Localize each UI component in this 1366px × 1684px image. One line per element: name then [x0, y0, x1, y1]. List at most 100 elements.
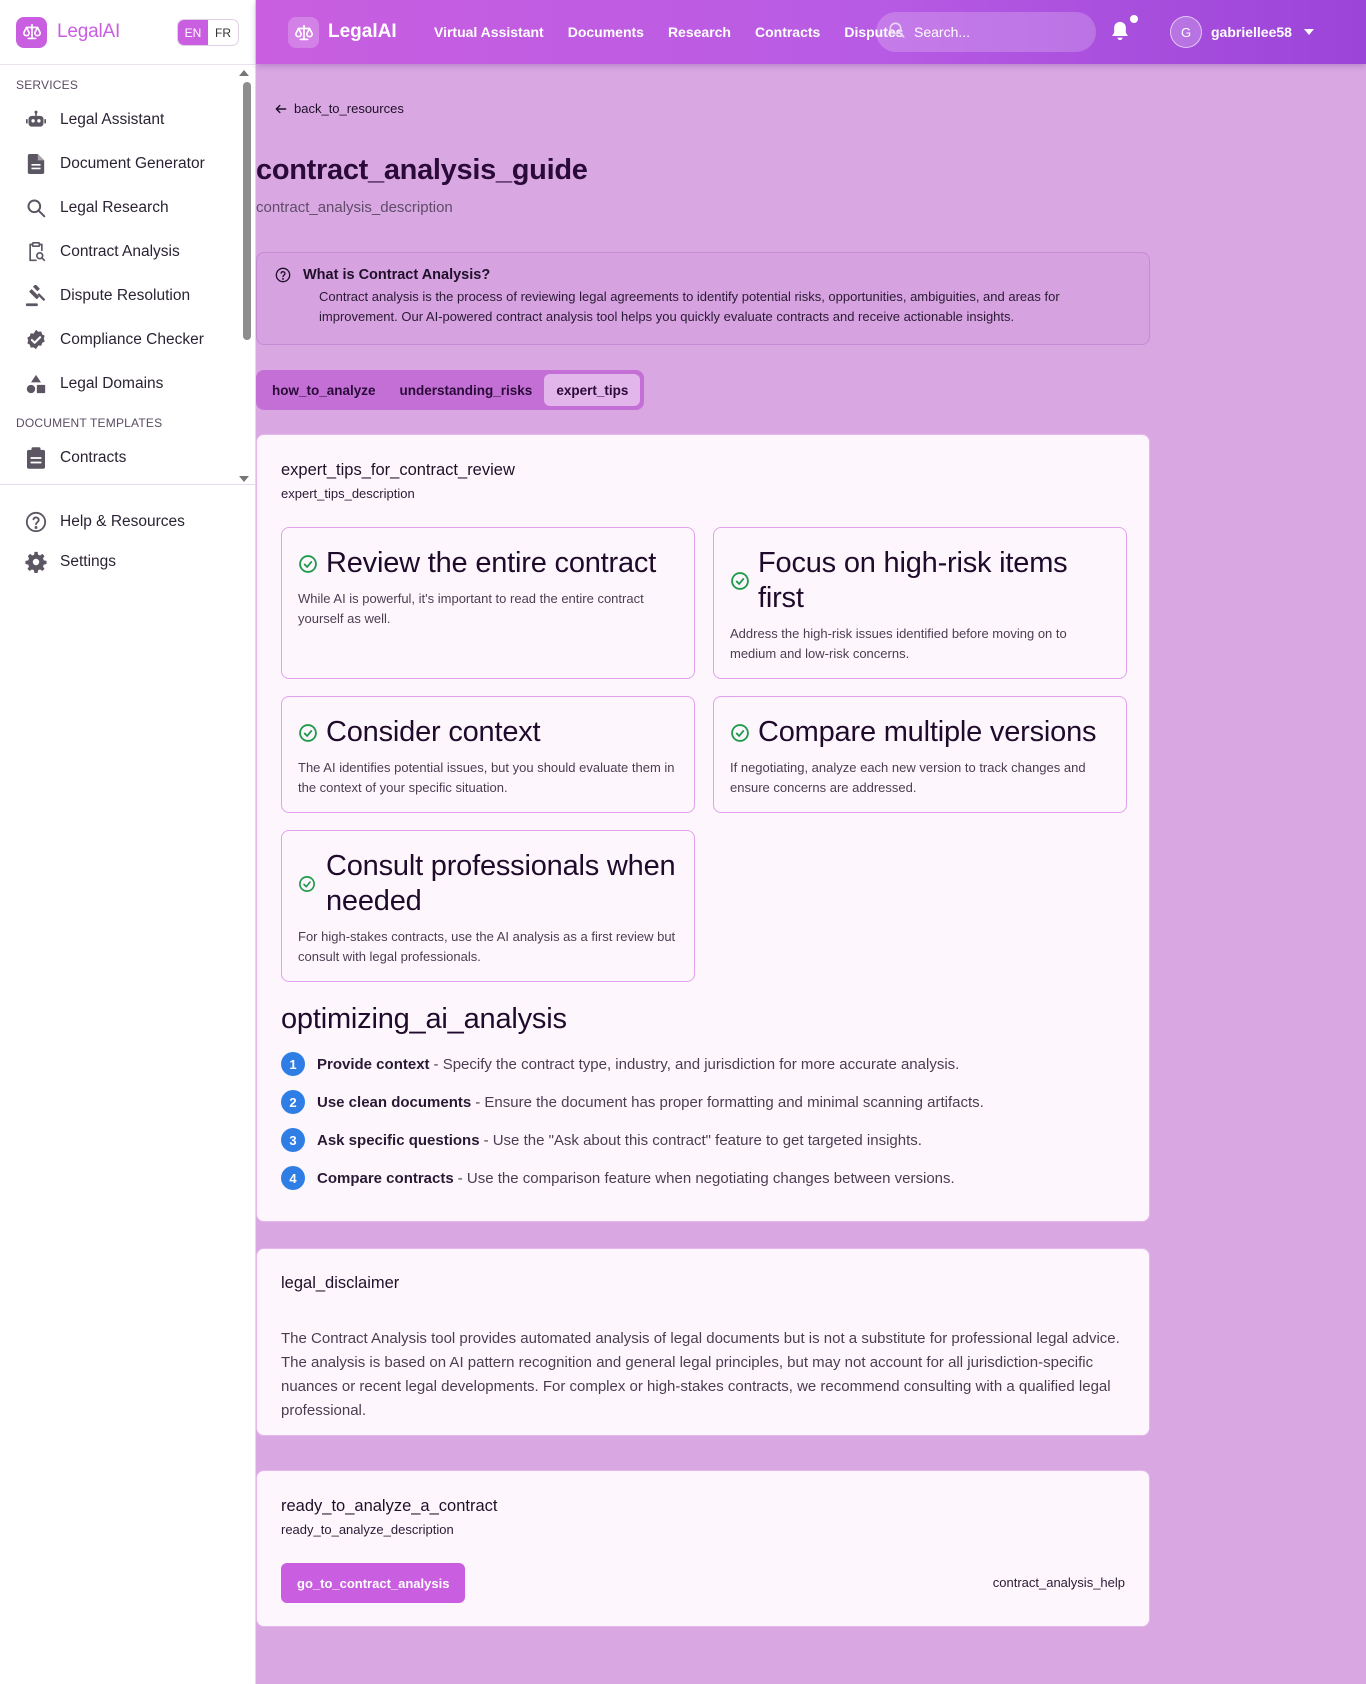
scroll-thumb[interactable] [243, 82, 251, 340]
section-label-services: SERVICES [16, 78, 79, 92]
nav-documents[interactable]: Documents [568, 24, 644, 40]
sidebar-item-label: Settings [60, 553, 117, 570]
info-text: Contract analysis is the process of revi… [319, 289, 1060, 324]
tip-text: For high-stakes contracts, use the AI an… [298, 929, 676, 964]
tab-how-to-analyze[interactable]: how_to_analyze [260, 374, 388, 406]
card-title: expert_tips_for_contract_review [281, 461, 515, 479]
notification-dot [1130, 15, 1138, 23]
search-input[interactable] [914, 24, 1074, 40]
clipboard-search-icon [24, 240, 48, 264]
topbar-brand[interactable]: LegalAI [328, 21, 397, 43]
badge-check-icon [24, 328, 48, 352]
search-box [876, 12, 1096, 52]
step-badge: 1 [281, 1052, 305, 1076]
sidebar-item-label: Dispute Resolution [60, 287, 191, 304]
page-description: contract_analysis_description [256, 199, 453, 216]
expert-tips-card: expert_tips_for_contract_review expert_t… [256, 434, 1150, 1222]
sidebar-item-label: Contract Analysis [60, 243, 180, 260]
sidebar-item-help-resources[interactable]: Help & Resources [0, 502, 256, 542]
step-bold: Use clean documents [317, 1093, 472, 1111]
page-title: contract_analysis_guide [256, 154, 588, 186]
search-icon [888, 21, 906, 44]
sidebar-scrollbar[interactable] [239, 68, 251, 486]
check-circle-icon [298, 723, 320, 743]
tip-card: Review the entire contract While AI is p… [281, 527, 695, 679]
document-icon [24, 152, 48, 176]
gavel-icon [24, 284, 48, 308]
card-title: legal_disclaimer [281, 1274, 400, 1292]
sidebar-item-label: Legal Domains [60, 375, 164, 392]
back-link[interactable]: back_to_resources [274, 101, 404, 116]
list-item: 4 Compare contracts - Use the comparison… [281, 1166, 955, 1190]
scales-logo-icon[interactable] [288, 17, 319, 48]
sidebar-item-legal-domains[interactable]: Legal Domains [0, 362, 256, 406]
tip-title: Review the entire contract [326, 547, 657, 579]
back-link-label: back_to_resources [294, 101, 404, 116]
legal-disclaimer-card: legal_disclaimer The Contract Analysis t… [256, 1248, 1150, 1436]
bell-icon[interactable] [1110, 20, 1130, 47]
user-menu[interactable]: G gabriellee58 [1170, 16, 1314, 48]
sidebar-item-legal-research[interactable]: Legal Research [0, 186, 256, 230]
step-badge: 2 [281, 1090, 305, 1114]
tab-understanding-risks[interactable]: understanding_risks [388, 374, 545, 406]
tip-text: The AI identifies potential issues, but … [298, 760, 675, 795]
scales-logo-icon[interactable] [16, 16, 47, 48]
help-circle-icon [275, 267, 291, 283]
list-item: 3 Ask specific questions - Use the "Ask … [281, 1128, 922, 1152]
nav-contracts[interactable]: Contracts [755, 24, 820, 40]
step-bold: Provide context [317, 1055, 430, 1073]
sidebar-item-settings[interactable]: Settings [0, 542, 256, 582]
topbar-nav: Virtual Assistant Documents Research Con… [434, 24, 903, 40]
sidebar-item-contract-analysis[interactable]: Contract Analysis [0, 230, 256, 274]
sidebar-item-legal-assistant[interactable]: Legal Assistant [0, 98, 256, 142]
step-text: - Specify the contract type, industry, a… [433, 1055, 960, 1073]
sidebar-item-label: Legal Research [60, 199, 169, 216]
sidebar-item-contracts[interactable]: Contracts [0, 436, 256, 480]
tip-title: Consult professionals when needed [326, 850, 676, 917]
optimizing-title: optimizing_ai_analysis [281, 1003, 567, 1035]
sidebar-item-label: Document Generator [60, 155, 205, 172]
sidebar-brand[interactable]: LegalAI [57, 21, 120, 43]
tip-card: Compare multiple versions If negotiating… [713, 696, 1127, 813]
sidebar-item-document-generator[interactable]: Document Generator [0, 142, 256, 186]
tab-expert-tips[interactable]: expert_tips [544, 374, 641, 406]
check-circle-icon [298, 875, 320, 893]
language-switcher: EN FR [177, 19, 239, 46]
sidebar-item-compliance-checker[interactable]: Compliance Checker [0, 318, 256, 362]
step-badge: 4 [281, 1166, 305, 1190]
card-title: ready_to_analyze_a_contract [281, 1497, 498, 1515]
tip-card: Consult professionals when needed For hi… [281, 830, 695, 982]
sidebar-item-dispute-resolution[interactable]: Dispute Resolution [0, 274, 256, 318]
card-subtitle: expert_tips_description [281, 486, 415, 501]
username[interactable]: gabriellee58 [1211, 24, 1292, 40]
clipboard-icon [24, 446, 48, 470]
sidebar-header: LegalAI EN FR [0, 0, 255, 65]
shapes-icon [24, 372, 48, 396]
chevron-down-icon[interactable] [1303, 29, 1314, 35]
scroll-up-arrow-icon[interactable] [239, 70, 249, 76]
sidebar-item-label: Contracts [60, 449, 127, 466]
sidebar: LegalAI EN FR SERVICES Legal Assistant D… [0, 0, 256, 1684]
robot-icon [24, 108, 48, 132]
tip-text: Address the high-risk issues identified … [730, 626, 1067, 661]
sidebar-scroll-area: SERVICES Legal Assistant Document Genera… [0, 66, 256, 485]
step-text: - Ensure the document has proper formatt… [475, 1093, 984, 1111]
sidebar-bottom: Help & Resources Settings [0, 502, 256, 582]
go-to-contract-analysis-button[interactable]: go_to_contract_analysis [281, 1563, 466, 1603]
nav-virtual-assistant[interactable]: Virtual Assistant [434, 24, 544, 40]
tip-title: Compare multiple versions [758, 716, 1097, 748]
tip-card: Focus on high-risk items first Address t… [713, 527, 1127, 679]
nav-research[interactable]: Research [668, 24, 731, 40]
card-subtitle: ready_to_analyze_description [281, 1522, 454, 1537]
top-navbar: LegalAI Virtual Assistant Documents Rese… [256, 0, 1366, 64]
help-circle-icon [24, 510, 48, 534]
scroll-down-arrow-icon[interactable] [239, 476, 249, 482]
sidebar-item-label: Legal Assistant [60, 111, 165, 128]
step-text: - Use the comparison feature when negoti… [457, 1169, 955, 1187]
step-bold: Ask specific questions [317, 1131, 480, 1149]
lang-fr-button[interactable]: FR [208, 20, 238, 45]
tip-title: Focus on high-risk items first [758, 547, 1068, 614]
step-badge: 3 [281, 1128, 305, 1152]
lang-en-button[interactable]: EN [178, 20, 208, 45]
avatar[interactable]: G [1170, 16, 1202, 48]
